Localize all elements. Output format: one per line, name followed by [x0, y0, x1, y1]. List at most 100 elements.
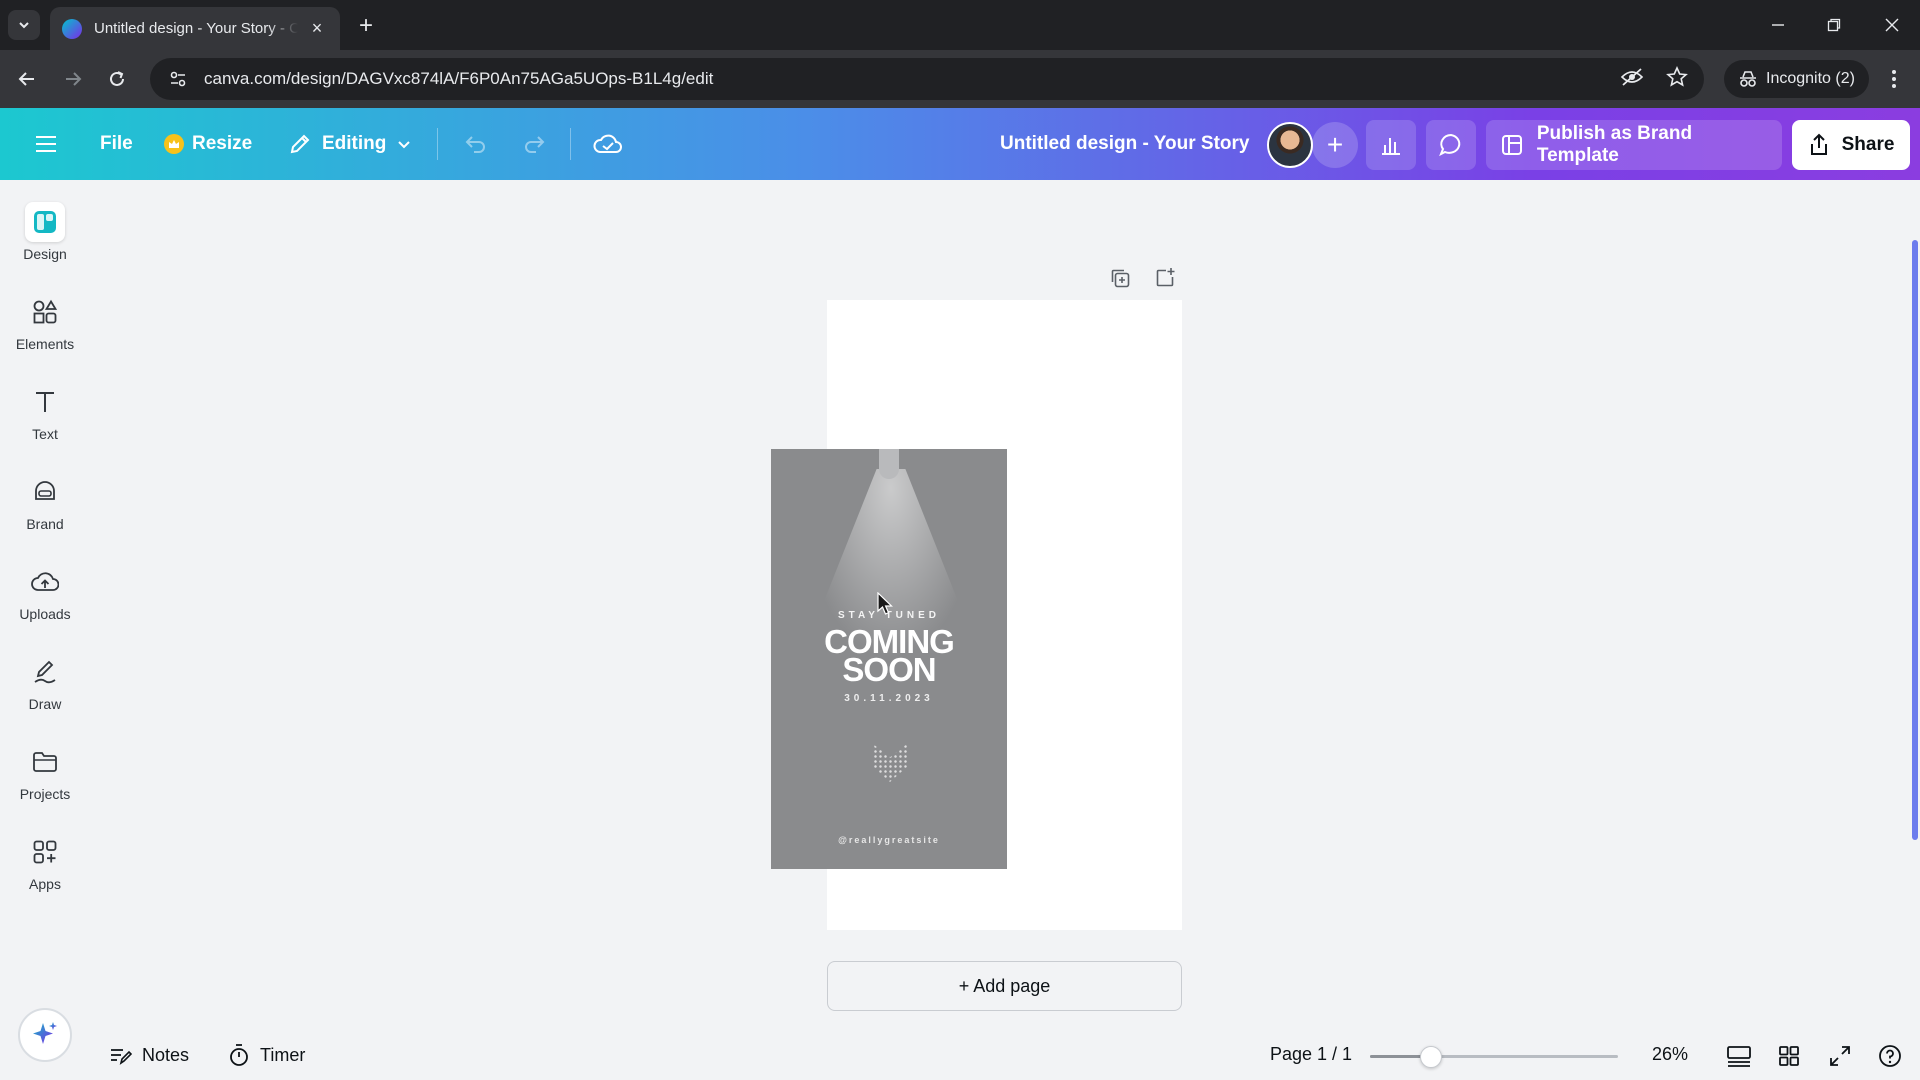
help-icon — [1879, 1045, 1901, 1067]
timer-icon — [230, 1044, 248, 1066]
reload-icon — [110, 71, 124, 86]
sidebar-item-design[interactable]: Design — [0, 202, 90, 278]
sidebar-item-brand[interactable]: Brand — [0, 472, 90, 548]
zoom-slider-thumb[interactable] — [1420, 1046, 1442, 1068]
sidebar-item-label: Uploads — [19, 606, 71, 622]
site-info-icon[interactable] — [166, 67, 190, 91]
file-label: File — [100, 133, 133, 154]
grid-view-icon — [1779, 1046, 1799, 1066]
page-view-button[interactable] — [1724, 1041, 1754, 1071]
timer-button[interactable]: Timer — [228, 1040, 305, 1070]
undo-button[interactable] — [458, 108, 494, 180]
incognito-indicator[interactable]: Incognito (2) — [1724, 60, 1869, 98]
duplicate-icon — [1111, 269, 1130, 288]
canvas-scrollbar[interactable] — [1912, 240, 1918, 840]
apps-icon — [25, 832, 65, 872]
duplicate-page-button[interactable] — [1105, 263, 1135, 293]
new-tab-button[interactable]: + — [352, 12, 380, 40]
tab-title: Untitled design - Your Story - Canva — [94, 20, 298, 37]
sidebar-item-elements[interactable]: Elements — [0, 292, 90, 368]
publish-label: Publish as Brand Template — [1536, 123, 1693, 166]
grid-view-button[interactable] — [1774, 1041, 1804, 1071]
mouse-pointer-icon — [877, 592, 893, 615]
browser-tab[interactable]: Untitled design - Your Story - Canva × — [50, 7, 340, 50]
header-divider — [570, 128, 571, 160]
arrow-left-icon — [18, 72, 34, 86]
url-text[interactable]: canva.com/design/DAGVxc874lA/F6P0An75AGa… — [204, 69, 1620, 89]
timer-label: Timer — [260, 1044, 306, 1065]
page-view-icon — [1727, 1046, 1751, 1067]
reload-button[interactable] — [100, 62, 134, 96]
plus-icon: + — [1326, 129, 1344, 160]
header-divider — [437, 128, 438, 160]
close-tab-icon[interactable]: × — [306, 18, 328, 40]
fullscreen-icon — [1830, 1046, 1850, 1066]
help-button[interactable] — [1875, 1041, 1905, 1071]
tab-search-button[interactable] — [8, 10, 40, 40]
sidebar-item-draw[interactable]: Draw — [0, 652, 90, 728]
spotlight-lamp-icon — [879, 449, 899, 479]
notes-button[interactable]: Notes — [108, 1040, 189, 1070]
resize-button[interactable]: Resize — [164, 108, 252, 180]
close-window-button[interactable] — [1872, 8, 1912, 42]
poster-handle: @reallygreatsite — [838, 835, 940, 845]
insights-button[interactable] — [1366, 120, 1416, 170]
eye-off-icon[interactable] — [1620, 67, 1644, 92]
crown-icon — [164, 134, 184, 154]
main-menu-button[interactable] — [26, 108, 66, 180]
browser-menu-button[interactable] — [1880, 64, 1908, 94]
cloud-check-icon — [593, 134, 622, 153]
brand-template-icon — [1502, 135, 1522, 155]
avatar[interactable] — [1267, 122, 1313, 168]
invite-button[interactable]: + — [1312, 122, 1358, 168]
sidebar-item-projects[interactable]: Projects — [0, 742, 90, 818]
comments-button[interactable] — [1426, 120, 1476, 170]
sidebar-item-uploads[interactable]: Uploads — [0, 562, 90, 638]
restore-button[interactable] — [1814, 8, 1854, 42]
brand-icon — [25, 472, 65, 512]
sidebar-item-text[interactable]: Text — [0, 382, 90, 458]
share-button[interactable]: Share — [1792, 120, 1910, 170]
sparkle-icon — [33, 1022, 57, 1044]
add-page-above-button[interactable] — [1150, 263, 1180, 293]
redo-icon — [525, 136, 545, 153]
page-indicator[interactable]: Page 1 / 1 — [1270, 1044, 1352, 1065]
publish-brand-template-button[interactable]: Publish as Brand Template — [1486, 120, 1782, 170]
uploads-icon — [25, 562, 65, 602]
zoom-level[interactable]: 26% — [1652, 1044, 1688, 1065]
add-page-button[interactable]: + Add page — [827, 961, 1182, 1011]
menu-icon — [36, 136, 56, 152]
notes-label: Notes — [142, 1044, 190, 1065]
dotted-heart-icon — [873, 744, 907, 782]
minimize-button[interactable] — [1758, 8, 1798, 42]
elements-icon — [25, 292, 65, 332]
bar-chart-icon — [1382, 138, 1400, 155]
redo-button[interactable] — [516, 108, 552, 180]
pencil-icon — [290, 134, 310, 154]
coming-soon-template-preview[interactable]: STAY TUNED COMING SOON 30.11.2023 @reall… — [771, 449, 1007, 869]
sidebar-item-label: Apps — [29, 876, 61, 892]
poster-date: 30.11.2023 — [844, 693, 934, 704]
forward-button[interactable] — [56, 62, 90, 96]
bookmark-star-icon[interactable] — [1666, 65, 1688, 93]
poster-headline-line2: SOON — [842, 651, 936, 688]
address-bar[interactable]: canva.com/design/DAGVxc874lA/F6P0An75AGa… — [150, 58, 1704, 100]
sidebar-item-label: Projects — [19, 786, 71, 802]
fullscreen-button[interactable] — [1825, 1041, 1855, 1071]
design-title[interactable]: Untitled design - Your Story — [1000, 108, 1249, 180]
magic-assistant-button[interactable] — [18, 1008, 72, 1062]
file-menu[interactable]: File — [100, 108, 133, 180]
sidebar-item-apps[interactable]: Apps — [0, 832, 90, 908]
left-sidebar: Design Elements Text Brand Uploads Draw — [0, 180, 90, 1080]
editing-mode-dropdown[interactable]: Editing — [288, 108, 412, 180]
save-status-button[interactable] — [588, 108, 628, 180]
sidebar-item-label: Elements — [15, 336, 75, 352]
arrow-right-icon — [66, 72, 82, 86]
editor-header: File Resize Editing Untitled design - Yo… — [0, 108, 1920, 180]
back-button[interactable] — [10, 62, 44, 96]
undo-icon — [465, 136, 485, 153]
text-icon — [25, 382, 65, 422]
minimize-icon — [1772, 24, 1784, 26]
zoom-slider[interactable] — [1370, 1046, 1618, 1068]
close-icon — [1885, 18, 1899, 32]
